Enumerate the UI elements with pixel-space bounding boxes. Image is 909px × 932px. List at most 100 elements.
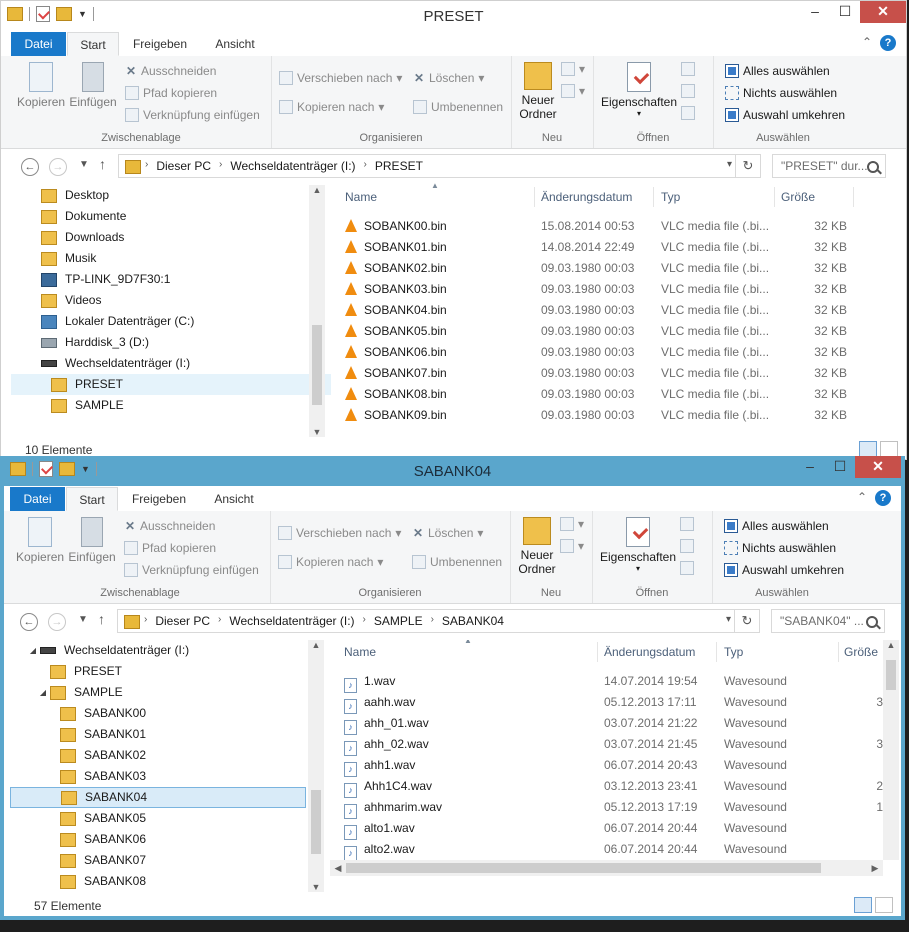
tab-freigeben[interactable]: Freigeben: [125, 32, 195, 56]
tab-ansicht[interactable]: Ansicht: [204, 487, 264, 511]
horizontal-scrollbar[interactable]: ◀ ▶: [330, 860, 883, 876]
new-folder-button[interactable]: Neuer Ordner: [515, 62, 561, 121]
paste-button[interactable]: Einfügen: [69, 62, 117, 109]
maximize-button[interactable]: ☐: [825, 456, 855, 478]
tab-freigeben[interactable]: Freigeben: [124, 487, 194, 511]
nav-item-preset[interactable]: PRESET: [11, 374, 347, 395]
copy-to-button[interactable]: Kopieren nach ▾: [278, 555, 383, 569]
column-header-size[interactable]: Größe: [844, 640, 878, 664]
tab-datei[interactable]: Datei: [11, 32, 66, 56]
tab-start[interactable]: Start: [66, 487, 118, 511]
breadcrumb-item[interactable]: Dieser PC: [156, 159, 211, 173]
help-icon[interactable]: ?: [875, 490, 891, 506]
file-row[interactable]: ♪ Ahh1C4.wav 03.12.2013 23:41 Wavesound 2: [330, 776, 901, 798]
recent-locations-icon[interactable]: ▼: [78, 614, 88, 625]
maximize-button[interactable]: ☐: [830, 1, 860, 23]
easy-access-button[interactable]: ▾: [560, 539, 584, 553]
scrollbar-thumb[interactable]: [886, 660, 896, 690]
new-item-button[interactable]: ▾: [560, 517, 584, 531]
nav-item-sabank00[interactable]: SABANK00: [10, 703, 322, 724]
column-header-type[interactable]: Typ: [724, 640, 743, 664]
history-button[interactable]: [680, 561, 694, 575]
collapse-arrow-icon[interactable]: ◢: [36, 682, 50, 703]
large-icons-view-icon[interactable]: [875, 897, 893, 913]
minimize-button[interactable]: –: [800, 1, 830, 23]
move-to-button[interactable]: Verschieben nach ▾: [279, 71, 402, 85]
nav-item-sabank02[interactable]: SABANK02: [10, 745, 322, 766]
easy-access-button[interactable]: ▾: [561, 84, 585, 98]
rename-button[interactable]: Umbenennen: [412, 555, 502, 569]
select-all-button[interactable]: Alles auswählen: [724, 519, 829, 533]
delete-button[interactable]: Löschen ▾: [413, 71, 484, 85]
title-bar[interactable]: ▼ PRESET – ☐ ✕: [1, 1, 906, 31]
nav-item-desktop[interactable]: Desktop: [11, 185, 323, 206]
column-header-type[interactable]: Typ: [661, 185, 680, 209]
scrollbar-thumb[interactable]: [311, 790, 321, 854]
file-row[interactable]: SOBANK09.bin 09.03.1980 00:03 VLC media fi…: [331, 405, 901, 426]
copy-path-button[interactable]: Pfad kopieren: [125, 86, 217, 100]
up-button[interactable]: ↑: [98, 611, 105, 627]
nav-item-drive-i[interactable]: Wechseldatenträger (I:): [11, 353, 323, 374]
nav-item-dokumente[interactable]: Dokumente: [11, 206, 323, 227]
copy-path-button[interactable]: Pfad kopieren: [124, 541, 216, 555]
nav-item-musik[interactable]: Musik: [11, 248, 323, 269]
copy-to-button[interactable]: Kopieren nach ▾: [279, 100, 384, 114]
scroll-down-icon[interactable]: ▼: [309, 427, 325, 437]
nav-item-sabank06[interactable]: SABANK06: [10, 829, 322, 850]
forward-button[interactable]: →: [48, 613, 66, 631]
details-view-icon[interactable]: [859, 441, 877, 457]
nav-item-drive-d[interactable]: Harddisk_3 (D:): [11, 332, 323, 353]
file-row[interactable]: SOBANK00.bin 15.08.2014 00:53 VLC media fi…: [331, 216, 901, 237]
search-input[interactable]: "PRESET" dur...: [772, 154, 886, 178]
nav-item-videos[interactable]: Videos: [11, 290, 323, 311]
file-row[interactable]: SOBANK01.bin 14.08.2014 22:49 VLC media fi…: [331, 237, 901, 258]
collapse-ribbon-icon[interactable]: ⌃: [857, 490, 867, 504]
file-row[interactable]: ♪ ahh_02.wav 03.07.2014 21:45 Wavesound 3: [330, 734, 901, 756]
details-view-icon[interactable]: [854, 897, 872, 913]
breadcrumb-item[interactable]: Wechseldatenträger (I:): [229, 614, 354, 628]
close-button[interactable]: ✕: [860, 1, 906, 23]
edit-button[interactable]: [680, 539, 694, 553]
breadcrumb-item[interactable]: Wechseldatenträger (I:): [230, 159, 355, 173]
paste-shortcut-button[interactable]: Verknüpfung einfügen: [125, 108, 260, 122]
history-button[interactable]: [681, 106, 695, 120]
column-header-size[interactable]: Größe: [781, 185, 815, 209]
nav-item-preset[interactable]: PRESET: [10, 661, 322, 682]
nav-scrollbar[interactable]: ▲ ▼: [308, 640, 324, 892]
file-row[interactable]: ♪ alto2.wav 06.07.2014 20:44 Wavesound: [330, 839, 901, 861]
tab-start[interactable]: Start: [67, 32, 119, 56]
invert-selection-button[interactable]: Auswahl umkehren: [725, 108, 845, 122]
breadcrumb-item[interactable]: SAMPLE: [374, 614, 423, 628]
nav-item-sample[interactable]: ◢ SAMPLE: [10, 682, 322, 703]
nav-item-sabank07[interactable]: SABANK07: [10, 850, 322, 871]
scroll-left-icon[interactable]: ◀: [330, 860, 346, 876]
rename-button[interactable]: Umbenennen: [413, 100, 503, 114]
close-button[interactable]: ✕: [855, 456, 901, 478]
minimize-button[interactable]: –: [795, 456, 825, 478]
large-icons-view-icon[interactable]: [880, 441, 898, 457]
nav-item-sabank04[interactable]: SABANK04: [10, 787, 306, 808]
open-button[interactable]: [680, 517, 694, 531]
file-row[interactable]: SOBANK02.bin 09.03.1980 00:03 VLC media fi…: [331, 258, 901, 279]
search-input[interactable]: "SABANK04" ...: [771, 609, 885, 633]
nav-scrollbar[interactable]: ▲ ▼: [309, 185, 325, 437]
nav-item-sabank05[interactable]: SABANK05: [10, 808, 322, 829]
up-button[interactable]: ↑: [99, 156, 106, 172]
address-history-icon[interactable]: ▾: [727, 159, 732, 170]
collapse-ribbon-icon[interactable]: ⌃: [862, 35, 872, 49]
refresh-icon[interactable]: ↻: [735, 155, 760, 177]
delete-button[interactable]: Löschen ▾: [412, 526, 483, 540]
nav-item-sabank08[interactable]: SABANK08: [10, 871, 322, 892]
help-icon[interactable]: ?: [880, 35, 896, 51]
nav-item-sample[interactable]: SAMPLE: [11, 395, 323, 416]
properties-button[interactable]: Eigenschaften ▾: [598, 517, 678, 573]
title-bar[interactable]: ▼ SABANK04 – ☐ ✕: [4, 456, 901, 486]
file-row[interactable]: SOBANK05.bin 09.03.1980 00:03 VLC media fi…: [331, 321, 901, 342]
nav-item-drive-i[interactable]: ◢ Wechseldatenträger (I:): [10, 640, 322, 661]
copy-button[interactable]: Kopieren: [17, 62, 65, 109]
file-row[interactable]: ♪ ahhmarim.wav 05.12.2013 17:19 Wavesound 1: [330, 797, 901, 819]
select-none-button[interactable]: Nichts auswählen: [725, 86, 837, 100]
column-header-date[interactable]: Änderungsdatum: [541, 185, 632, 209]
column-header-name[interactable]: Name: [344, 640, 376, 664]
scroll-up-icon[interactable]: ▲: [883, 640, 899, 650]
